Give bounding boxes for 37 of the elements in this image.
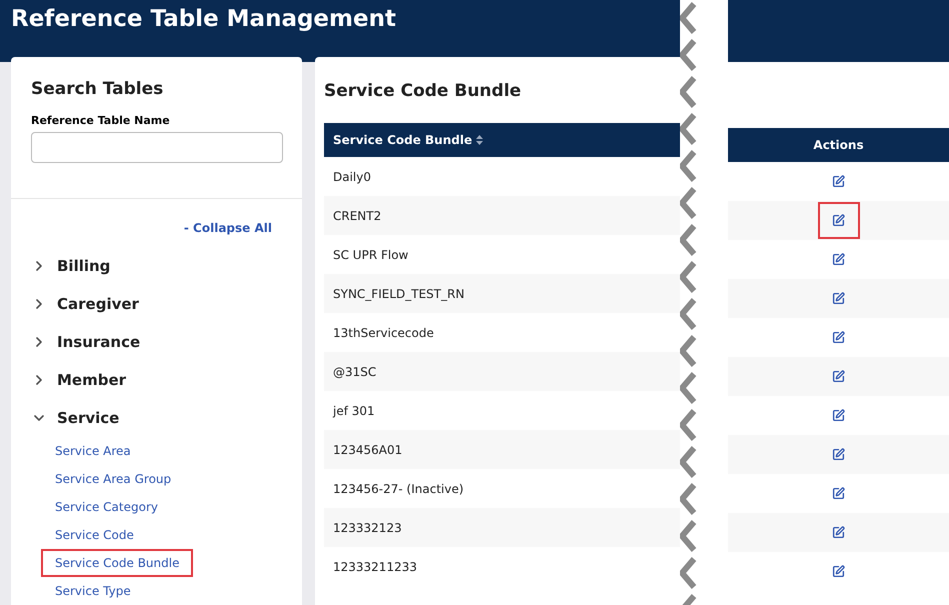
edit-icon xyxy=(832,214,845,227)
table-cell: SYNC_FIELD_TEST_RN xyxy=(324,274,680,313)
search-field[interactable] xyxy=(31,132,283,163)
tree-group[interactable]: Service xyxy=(31,399,282,437)
field-label: Reference Table Name xyxy=(31,112,171,128)
page-title: Reference Table Management xyxy=(11,5,396,34)
edit-icon xyxy=(832,331,845,344)
tree-group[interactable]: Billing xyxy=(31,247,282,285)
collapse-all-link[interactable]: - Collapse All xyxy=(184,219,272,237)
edit-icon xyxy=(832,526,845,539)
edit-icon xyxy=(832,175,845,188)
edit-icon xyxy=(832,292,845,305)
edit-icon xyxy=(832,253,845,266)
edit-icon xyxy=(832,565,845,578)
sidebar-title: Search Tables xyxy=(31,78,164,101)
tree-link[interactable]: Service Code Bundle xyxy=(41,549,194,577)
edit-button[interactable] xyxy=(818,202,860,239)
sort-icon xyxy=(476,135,484,145)
tree-link[interactable]: Service Category xyxy=(41,493,172,521)
tree-link[interactable]: Service Type xyxy=(41,577,145,605)
table-cell: @31SC xyxy=(324,352,680,391)
tree-group[interactable]: Caregiver xyxy=(31,285,282,323)
edit-icon xyxy=(832,370,845,383)
tree-link[interactable]: Service Area xyxy=(41,437,145,465)
edit-icon xyxy=(832,409,845,422)
edit-icon xyxy=(832,448,845,461)
tree-link[interactable]: Service Code xyxy=(41,521,148,549)
table-cell: CRENT2 xyxy=(324,196,680,235)
tree-group[interactable]: Member xyxy=(31,361,282,399)
table-cell: 123332123 xyxy=(324,508,680,547)
content-title: Service Code Bundle xyxy=(324,80,522,103)
tree-group[interactable]: Insurance xyxy=(31,323,282,361)
tree-link[interactable]: Service Area Group xyxy=(41,465,186,493)
column-header[interactable]: Service Code Bundle xyxy=(324,123,680,157)
table-cell: 123456A01 xyxy=(324,430,680,469)
edit-icon xyxy=(832,487,845,500)
column-header[interactable]: Actions xyxy=(728,128,949,162)
